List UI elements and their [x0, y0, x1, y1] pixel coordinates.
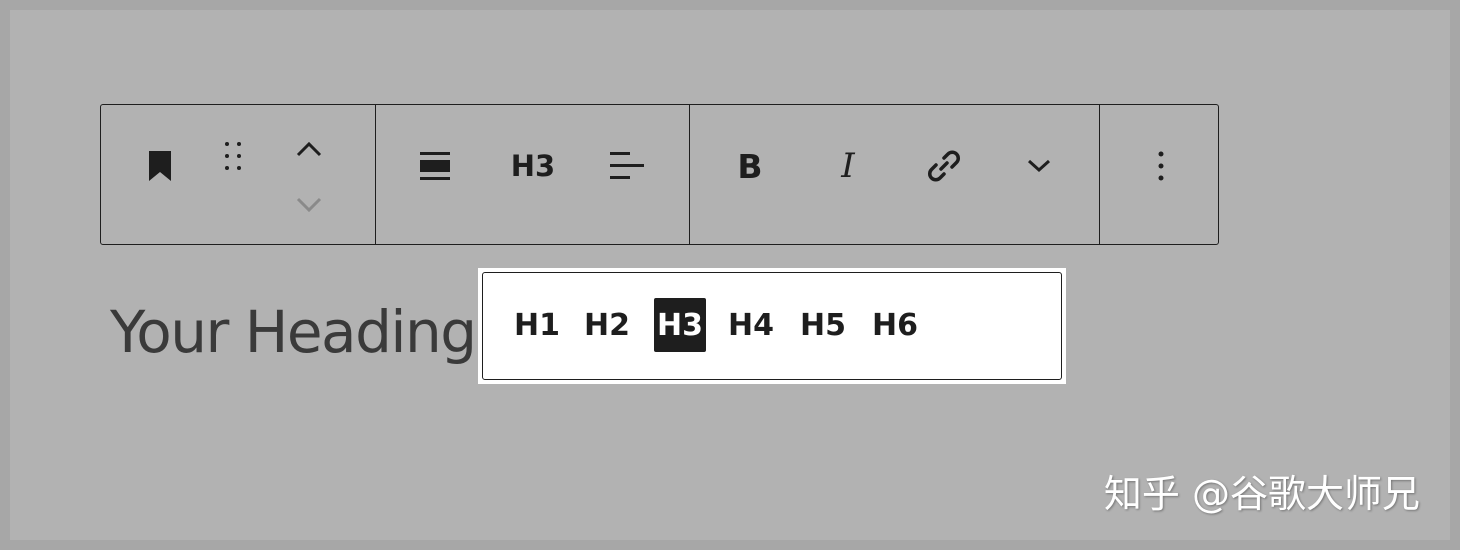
heading-level-label: H3	[510, 149, 556, 183]
drag-handle-icon	[222, 140, 244, 172]
heading-level-h6[interactable]: H6	[868, 298, 922, 352]
heading-level-h3[interactable]: H3	[654, 298, 706, 352]
move-down-button[interactable]	[287, 189, 331, 221]
toolbar-group-format: B I	[690, 105, 1100, 244]
drag-handle-button[interactable]	[211, 133, 255, 179]
text-align-button[interactable]	[604, 143, 650, 189]
chevron-down-icon	[1027, 159, 1051, 173]
heading-block-text[interactable]: Your Heading	[110, 292, 477, 372]
options-button[interactable]	[1138, 143, 1184, 189]
heading-level-h5[interactable]: H5	[796, 298, 850, 352]
more-vertical-icon	[1157, 150, 1165, 182]
heading-level-button[interactable]: H3	[498, 141, 568, 191]
heading-level-h2[interactable]: H2	[580, 298, 634, 352]
move-up-button[interactable]	[287, 131, 331, 167]
block-type-button[interactable]	[137, 143, 183, 189]
bookmark-icon	[147, 150, 173, 182]
block-align-button[interactable]	[412, 143, 458, 189]
chevron-down-icon	[296, 197, 322, 213]
toolbar-group-block	[101, 105, 376, 244]
link-icon	[925, 147, 963, 185]
bold-label: B	[737, 146, 763, 186]
chevron-up-icon	[296, 141, 322, 157]
toolbar-group-heading: H3	[376, 105, 690, 244]
italic-label: I	[841, 146, 855, 186]
block-toolbar: H3 B I	[100, 104, 1219, 245]
bold-button[interactable]: B	[726, 141, 774, 191]
toolbar-group-options	[1100, 105, 1220, 244]
more-formats-button[interactable]	[1016, 145, 1062, 187]
italic-button[interactable]: I	[824, 141, 872, 191]
heading-level-h4[interactable]: H4	[724, 298, 778, 352]
align-left-icon	[610, 150, 644, 182]
align-center-icon	[420, 150, 450, 182]
heading-level-h1[interactable]: H1	[510, 298, 564, 352]
watermark: 知乎 @谷歌大师兄	[1103, 472, 1420, 516]
link-button[interactable]	[918, 141, 970, 191]
